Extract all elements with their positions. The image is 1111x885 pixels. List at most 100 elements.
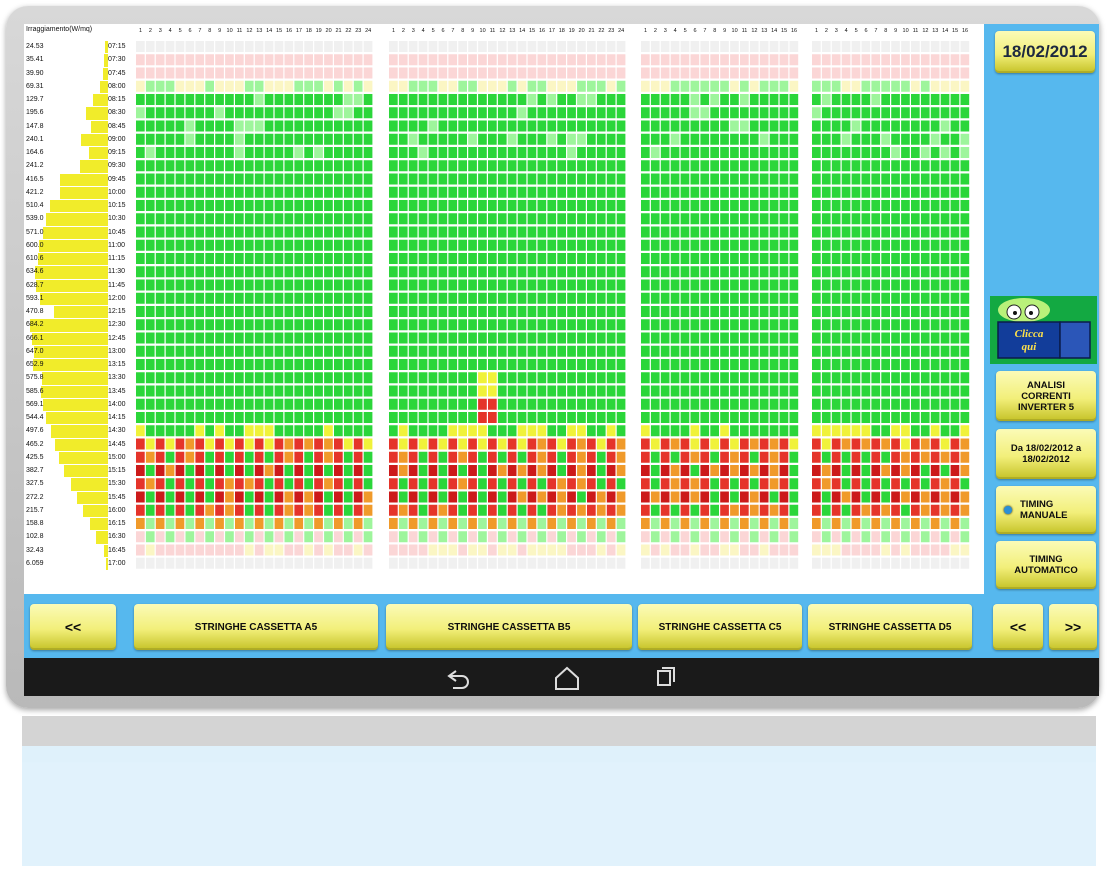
heatmap-cell <box>920 186 930 198</box>
heatmap-cell <box>537 94 547 105</box>
heatmap-cell <box>940 332 950 344</box>
heatmap-cell <box>641 319 650 331</box>
heatmap-cell <box>408 332 418 344</box>
heatmap-cell <box>567 398 576 410</box>
heatmap-cell <box>165 239 175 251</box>
heatmap-cell <box>294 266 304 278</box>
heatmap-cell <box>710 67 719 79</box>
heatmap-cell <box>438 133 448 145</box>
recent-apps-icon[interactable] <box>657 667 675 686</box>
heatmap-cell <box>428 398 438 410</box>
heatmap-cell <box>960 425 970 437</box>
heatmap-cell <box>225 107 234 119</box>
heatmap-cell <box>185 186 195 198</box>
heatmap-cell <box>517 491 527 503</box>
timing-automatico-button[interactable]: TIMING AUTOMATICO <box>996 541 1096 589</box>
heatmap-cell <box>363 160 373 172</box>
heatmap-cell <box>284 226 294 238</box>
heatmap-cell <box>567 94 576 105</box>
heatmap-cell <box>950 239 960 251</box>
heatmap-cell <box>891 332 900 344</box>
timing-manuale-button[interactable]: TIMING MANUALE <box>996 486 1096 534</box>
heatmap-cell <box>537 133 547 145</box>
heatmap-cell <box>861 266 871 278</box>
heatmap-cell <box>616 332 626 344</box>
group-a5-button[interactable]: STRINGHE CASSETTA A5 <box>134 604 378 650</box>
heatmap-cell <box>861 239 871 251</box>
heatmap-cell <box>920 120 930 132</box>
scroll-left-button[interactable]: << <box>993 604 1043 650</box>
heatmap-cell <box>881 557 890 569</box>
heatmap-cell <box>205 186 214 198</box>
heatmap-cell <box>478 147 487 158</box>
home-icon[interactable] <box>555 666 579 690</box>
heatmap-cell <box>881 306 890 317</box>
heatmap-cell <box>205 226 214 238</box>
heatmap-cell <box>749 531 759 543</box>
heatmap-cell <box>507 266 517 278</box>
heatmap-cell <box>205 306 214 317</box>
clicca-qui-mascot[interactable]: Clicca qui <box>990 296 1097 364</box>
heatmap-cell <box>334 345 343 357</box>
heatmap-cell <box>438 504 448 516</box>
group-b5-button[interactable]: STRINGHE CASSETTA B5 <box>386 604 632 650</box>
heatmap-cell <box>398 186 408 198</box>
heatmap-cell <box>448 253 458 264</box>
date-range-button[interactable]: Da 18/02/2012 a 18/02/2012 <box>996 429 1096 479</box>
heatmap-cell <box>710 412 719 423</box>
heatmap-cell <box>274 478 284 490</box>
heatmap-cell <box>363 518 373 529</box>
heatmap-cell <box>205 133 214 145</box>
heatmap-cell <box>660 94 670 105</box>
scroll-right-button[interactable]: >> <box>1049 604 1097 650</box>
group-c5-button[interactable]: STRINGHE CASSETTA C5 <box>638 604 802 650</box>
heatmap-cell <box>353 451 363 463</box>
heatmap-cell <box>205 94 214 105</box>
heatmap-cell <box>606 491 616 503</box>
group-d5-button[interactable]: STRINGHE CASSETTA D5 <box>808 604 972 650</box>
heatmap-cell <box>789 213 799 225</box>
heatmap-cell <box>398 239 408 251</box>
heatmap-cell <box>185 359 195 370</box>
heatmap-cell <box>343 412 353 423</box>
heatmap-cell <box>547 306 557 317</box>
heatmap-cell <box>264 160 274 172</box>
heatmap-cell <box>235 491 244 503</box>
heatmap-cell <box>254 239 264 251</box>
heatmap-cell <box>274 306 284 317</box>
date-button[interactable]: 18/02/2012 <box>995 31 1095 73</box>
heatmap-cell <box>165 518 175 529</box>
prev-page-button[interactable]: << <box>30 604 116 650</box>
heatmap-cell <box>195 359 205 370</box>
heatmap-cell <box>577 531 586 543</box>
heatmap-cell <box>314 253 323 264</box>
heatmap-cell <box>650 531 660 543</box>
heatmap-cell <box>235 319 244 331</box>
heatmap-cell <box>304 120 313 132</box>
heatmap-cell <box>165 465 175 476</box>
heatmap-cell <box>145 451 155 463</box>
back-icon[interactable] <box>447 670 469 689</box>
heatmap-cell <box>660 438 670 450</box>
heatmap-cell <box>769 173 779 185</box>
heatmap-cell <box>448 557 458 569</box>
heatmap-cell <box>690 491 700 503</box>
heatmap-cell <box>710 531 719 543</box>
heatmap-cell <box>215 544 224 556</box>
heatmap-cell <box>567 385 576 397</box>
heatmap-cell <box>821 239 831 251</box>
heatmap-cell <box>557 173 566 185</box>
heatmap-cell <box>821 80 831 92</box>
heatmap-cell <box>165 451 175 463</box>
analisi-correnti-button[interactable]: ANALISI CORRENTI INVERTER 5 <box>996 371 1096 421</box>
heatmap-cell <box>789 239 799 251</box>
heatmap-cell <box>641 186 650 198</box>
heatmap-cell <box>749 332 759 344</box>
heatmap-cell <box>650 385 660 397</box>
heatmap-cell <box>408 186 418 198</box>
heatmap-cell <box>759 292 769 304</box>
heatmap-cell <box>690 226 700 238</box>
heatmap-cell <box>418 465 428 476</box>
heatmap-cell <box>488 94 497 105</box>
heatmap-cell <box>225 385 234 397</box>
